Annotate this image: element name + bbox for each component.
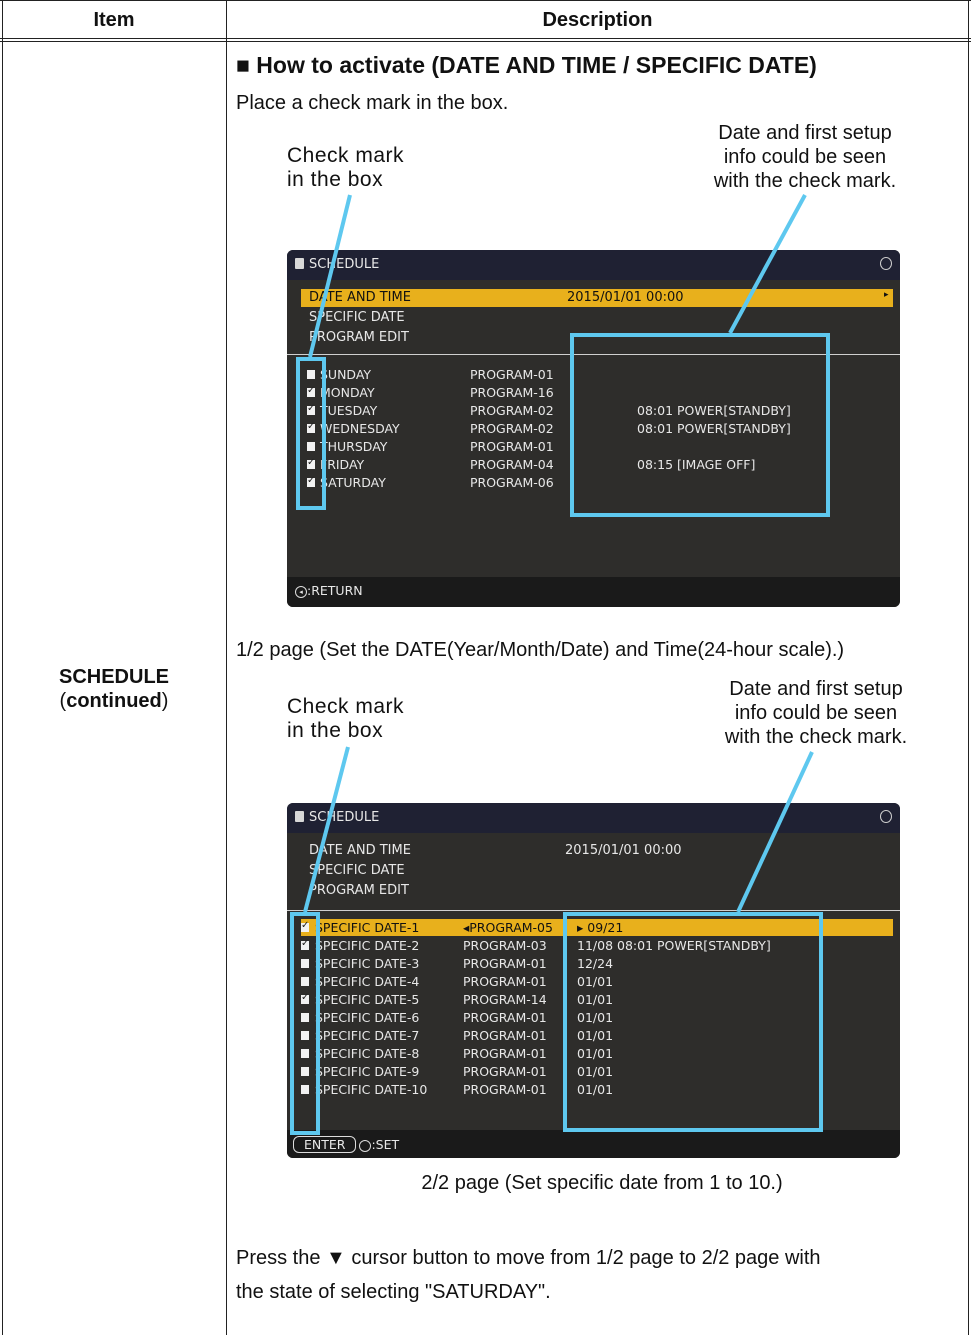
pointer-lines-2 [303, 746, 814, 913]
caption-page-2: 2/2 page (Set specific date from 1 to 10… [421, 1172, 783, 1194]
navigation-note: Press the ▼ cursor button to move from 1… [236, 1247, 821, 1303]
